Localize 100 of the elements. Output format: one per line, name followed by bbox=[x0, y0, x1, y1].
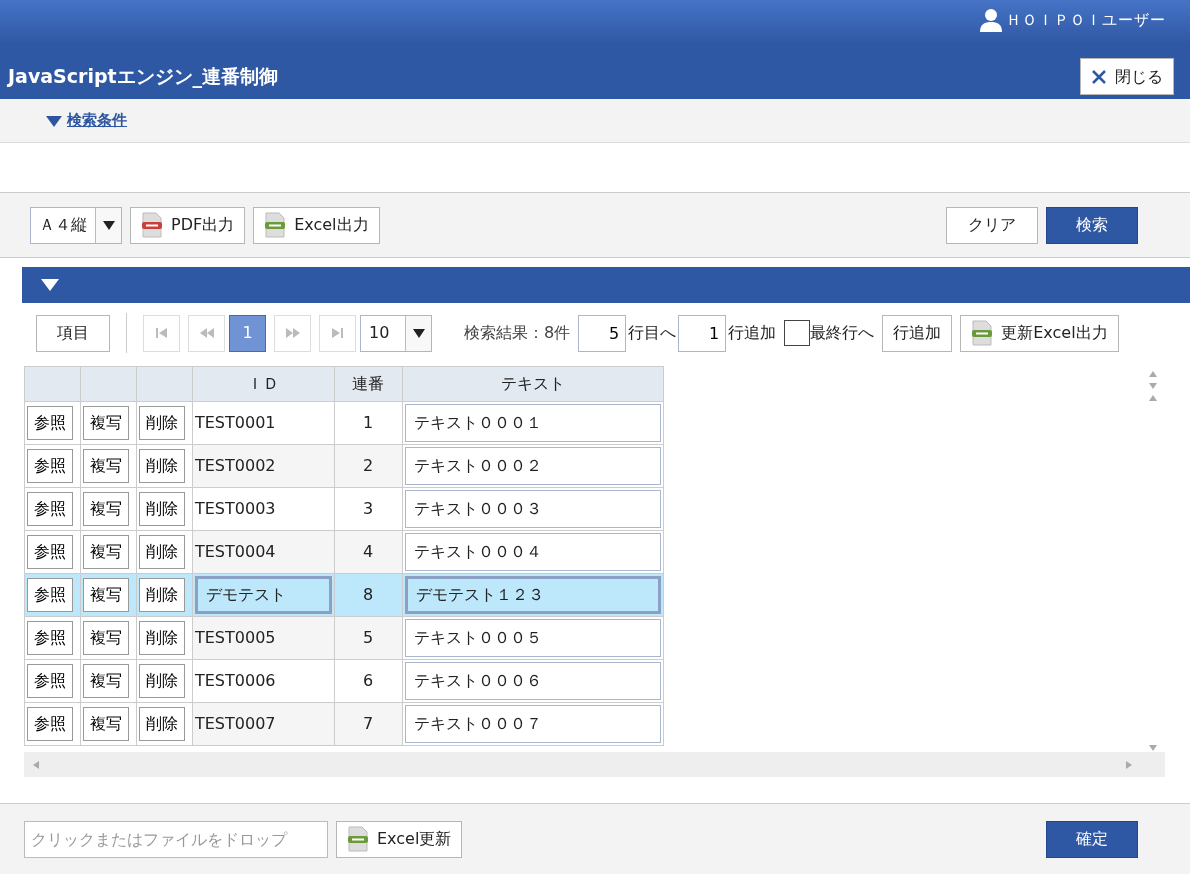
delete-button[interactable]: 削除 bbox=[138, 621, 185, 655]
text-field[interactable]: テキスト０００２ bbox=[404, 447, 661, 485]
header-cell bbox=[80, 366, 137, 402]
last-row-label: 最終行へ bbox=[810, 322, 875, 344]
sequence-number: 5 bbox=[363, 628, 374, 647]
copy-button[interactable]: 複写 bbox=[83, 664, 129, 698]
search-button[interactable]: 検索 bbox=[1046, 206, 1138, 244]
dropdown-arrow-icon bbox=[411, 327, 426, 339]
delete-button[interactable]: 削除 bbox=[138, 707, 185, 741]
view-button[interactable]: 参照 bbox=[27, 664, 73, 698]
pager-button[interactable] bbox=[319, 314, 356, 352]
id-text: TEST0007 bbox=[194, 714, 276, 733]
delete-button[interactable]: 削除 bbox=[138, 406, 185, 440]
delete-button[interactable]: 削除 bbox=[138, 664, 185, 698]
pdf-file-icon bbox=[141, 212, 163, 238]
last-row-checkbox[interactable] bbox=[784, 320, 811, 346]
delete-button[interactable]: 削除 bbox=[138, 492, 185, 526]
text-field[interactable]: テキスト０００６ bbox=[404, 662, 661, 700]
spreadsheet-file-icon bbox=[347, 826, 369, 852]
view-button[interactable]: 参照 bbox=[27, 492, 73, 526]
copy-button[interactable]: 複写 bbox=[83, 449, 129, 483]
updated-excel-export-button[interactable]: 更新Excel出力 bbox=[960, 314, 1119, 352]
copy-button[interactable]: 複写 bbox=[83, 492, 129, 526]
add-count-field[interactable]: 1 bbox=[678, 314, 727, 352]
text-field[interactable]: テキスト０００４ bbox=[404, 533, 661, 571]
user-icon bbox=[980, 8, 1002, 32]
confirm-button[interactable]: 確定 bbox=[1046, 820, 1138, 858]
previous-page-icon bbox=[198, 326, 215, 340]
text-field[interactable]: デモテスト１２３ bbox=[404, 576, 661, 614]
table-row[interactable]: 参照 複写 削除 TEST0004 4 テキスト０００４ bbox=[24, 530, 664, 574]
id-text: TEST0001 bbox=[194, 413, 276, 432]
view-button[interactable]: 参照 bbox=[27, 578, 73, 612]
page-size-select[interactable]: 10 bbox=[360, 314, 432, 352]
add-row-button[interactable]: 行追加 bbox=[882, 314, 953, 352]
view-button[interactable]: 参照 bbox=[27, 535, 73, 569]
file-drop-field[interactable]: クリックまたはファイルをドロップ bbox=[24, 820, 328, 858]
table-row[interactable]: 参照 複写 削除 TEST0003 3 テキスト０００３ bbox=[24, 487, 664, 531]
goto-row-field[interactable]: 5 bbox=[578, 314, 627, 352]
excel-update-button[interactable]: Excel更新 bbox=[336, 820, 463, 858]
close-icon bbox=[1091, 68, 1107, 85]
scroll-up-icon bbox=[1147, 394, 1158, 402]
table-row[interactable]: 参照 複写 削除 TEST0005 5 テキスト０００５ bbox=[24, 616, 664, 660]
text-field[interactable]: テキスト０００３ bbox=[404, 490, 661, 528]
id-text: TEST0005 bbox=[194, 628, 276, 647]
pager-button[interactable] bbox=[143, 314, 180, 352]
header-cell bbox=[136, 366, 193, 402]
sequence-number: 4 bbox=[363, 542, 374, 561]
table-row[interactable]: 参照 複写 削除 TEST0002 2 テキスト０００２ bbox=[24, 444, 664, 488]
next-page-icon bbox=[284, 326, 301, 340]
sequence-number: 2 bbox=[363, 456, 374, 475]
id-text: TEST0002 bbox=[194, 456, 276, 475]
table-row[interactable]: 参照 複写 削除 TEST0007 7 テキスト０００７ bbox=[24, 702, 664, 746]
spreadsheet-file-icon bbox=[971, 320, 994, 346]
copy-button[interactable]: 複写 bbox=[83, 406, 129, 440]
horizontal-scrollbar[interactable] bbox=[24, 752, 1165, 777]
id-text: TEST0003 bbox=[194, 499, 276, 518]
pager-button[interactable] bbox=[188, 314, 225, 352]
spreadsheet-file-icon bbox=[264, 212, 287, 238]
scroll-right-icon bbox=[1125, 759, 1133, 770]
id-text: TEST0004 bbox=[194, 542, 276, 561]
pdf-export-button[interactable]: PDF出力 bbox=[130, 206, 246, 244]
delete-button[interactable]: 削除 bbox=[138, 449, 185, 483]
column-header: テキスト bbox=[402, 366, 664, 402]
view-button[interactable]: 参照 bbox=[27, 406, 73, 440]
user-name: ＨＯＩＰＯＩユーザー bbox=[1006, 9, 1166, 31]
table-row[interactable]: 参照 複写 削除 TEST0006 6 テキスト０００６ bbox=[24, 659, 664, 703]
id-field[interactable]: デモテスト bbox=[194, 576, 332, 614]
text-field[interactable]: テキスト０００５ bbox=[404, 619, 661, 657]
last-page-icon bbox=[329, 326, 346, 340]
search-conditions-link[interactable]: 検索条件 bbox=[67, 109, 127, 132]
copy-button[interactable]: 複写 bbox=[83, 707, 129, 741]
column-header: 連番 bbox=[334, 366, 403, 402]
scroll-up-icon bbox=[1147, 370, 1158, 378]
copy-button[interactable]: 複写 bbox=[83, 578, 129, 612]
result-count: 検索結果：8件 bbox=[464, 322, 571, 344]
clear-button[interactable]: クリア bbox=[946, 206, 1038, 244]
delete-button[interactable]: 削除 bbox=[138, 535, 185, 569]
collapse-triangle-icon[interactable] bbox=[40, 278, 60, 292]
sequence-number: 3 bbox=[363, 499, 374, 518]
view-button[interactable]: 参照 bbox=[27, 449, 73, 483]
text-field[interactable]: テキスト０００７ bbox=[404, 705, 661, 743]
text-field[interactable]: テキスト０００１ bbox=[404, 404, 661, 442]
items-button[interactable]: 項目 bbox=[36, 314, 110, 352]
table-row[interactable]: 参照 複写 削除 デモテスト 8 デモテスト１２３ bbox=[24, 573, 664, 617]
close-button[interactable]: 閉じる bbox=[1080, 58, 1174, 95]
copy-button[interactable]: 複写 bbox=[83, 621, 129, 655]
id-text: TEST0006 bbox=[194, 671, 276, 690]
delete-button[interactable]: 削除 bbox=[138, 578, 185, 612]
add-count-label: 行追加 bbox=[728, 322, 777, 344]
copy-button[interactable]: 複写 bbox=[83, 535, 129, 569]
excel-export-button[interactable]: Excel出力 bbox=[253, 206, 380, 244]
paper-size-select[interactable]: Ａ４縦 bbox=[30, 206, 122, 244]
table-row[interactable]: 参照 複写 削除 TEST0001 1 テキスト０００１ bbox=[24, 401, 664, 445]
view-button[interactable]: 参照 bbox=[27, 707, 73, 741]
column-header: ＩＤ bbox=[192, 366, 335, 402]
view-button[interactable]: 参照 bbox=[27, 621, 73, 655]
page-title: JavaScriptエンジン_連番制御 bbox=[8, 64, 279, 90]
dropdown-arrow-icon bbox=[101, 219, 116, 231]
first-page-icon bbox=[153, 326, 170, 340]
pager-button[interactable] bbox=[274, 314, 311, 352]
